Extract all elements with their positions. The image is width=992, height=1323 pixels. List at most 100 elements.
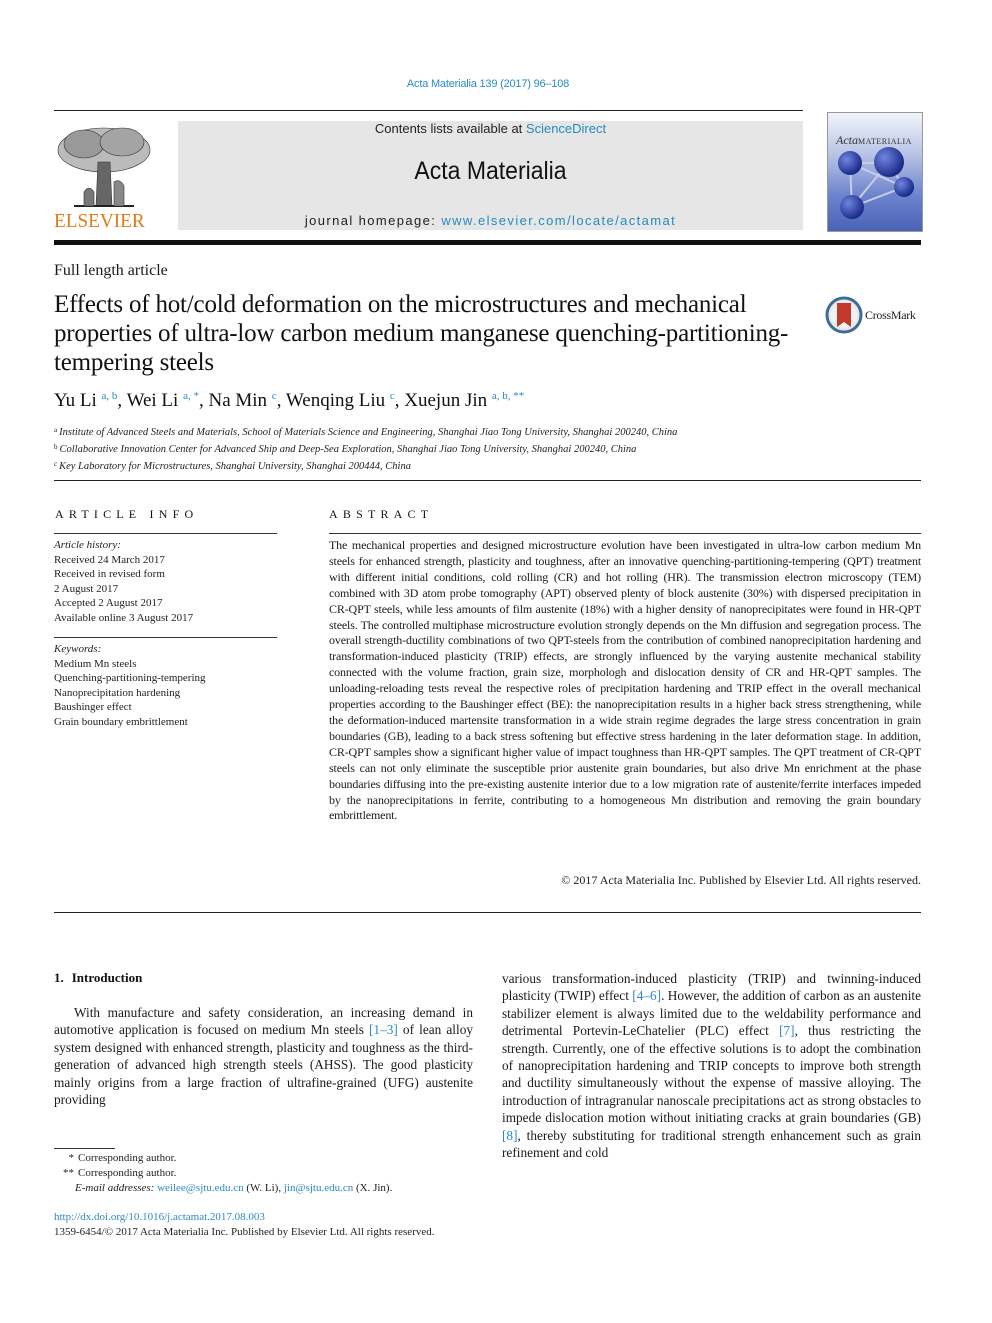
article-title: Effects of hot/cold deformation on the m… [54,291,789,376]
issn-copyright: 1359-6454/© 2017 Acta Materialia Inc. Pu… [54,1226,435,1238]
history-item: Received in revised form [54,568,165,580]
footnote-corresponding-1: * Corresponding author. [54,1151,392,1166]
crossmark-icon [825,296,863,334]
section-divider [54,480,921,481]
section-heading: 1. Introduction [54,970,142,986]
article-history: Article history: Received 24 March 2017 … [54,538,193,625]
author-name: Wenqing Liu [285,390,386,411]
citation-ref-link[interactable]: [7] [779,1023,795,1038]
footnote-text: Corresponding author. [78,1152,177,1164]
affiliations: a Institute of Advanced Steels and Materi… [54,423,677,474]
footnote-mark: * [68,1152,75,1164]
abstract-text: The mechanical properties and designed m… [329,538,921,823]
affiliation-text: Collaborative Innovation Center for Adva… [59,444,637,455]
crossmark-label: CrossMark [865,308,916,322]
affiliation: b Collaborative Innovation Center for Adv… [54,440,677,457]
affiliation-key: c [54,460,58,468]
email-link-xuejun-jin[interactable]: jin@sjtu.edu.cn [284,1182,353,1194]
author-list: Yu Li a, b, Wei Li a, *, Na Min c, Wenqi… [54,390,525,411]
journal-title: Acta Materialia [414,157,567,185]
email-owner: (W. Li), [243,1182,284,1194]
affiliation-text: Key Laboratory for Microstructures, Shan… [59,461,411,472]
author-affil-marker[interactable]: c [272,390,277,402]
author[interactable]: Xuejun Jin a, b, ** [404,390,524,411]
cover-sphere [840,195,864,219]
history-item: 2 August 2017 [54,582,119,595]
author[interactable]: Na Min c [208,390,276,411]
header-divider [54,110,803,111]
body-column-right: various transformation-induced plasticit… [502,970,921,1161]
citation-ref-link[interactable]: [4–6] [632,988,661,1003]
author-name: Yu Li [54,390,97,411]
cover-sphere [838,151,862,175]
journal-citation-link[interactable]: Acta Materialia 139 (2017) 96–108 [0,78,976,90]
sciencedirect-link[interactable]: ScienceDirect [526,121,606,136]
keywords-label: Keywords: [54,643,102,655]
keyword: Quenching-partitioning-tempering [54,672,206,684]
email-addresses: E-mail addresses: weilee@sjtu.edu.cn (W.… [54,1181,392,1196]
author-name: Xuejun Jin [404,390,488,411]
author-affil-marker[interactable]: a, b [102,390,118,402]
contents-line: Contents lists available at ScienceDirec… [178,121,803,136]
history-item: Received 24 March 2017 [54,553,165,566]
author[interactable]: Yu Li a, b [54,390,117,411]
abstract-copyright: © 2017 Acta Materialia Inc. Published by… [561,873,921,887]
article-info-heading: ARTICLE INFO [55,507,199,521]
section-title: Introduction [71,970,143,985]
body-column-left: With manufacture and safety consideratio… [54,1004,473,1108]
keyword: Grain boundary embrittlement [54,715,188,728]
author-affil-marker[interactable]: a, b, ** [492,390,524,402]
history-label: Article history: [54,539,121,551]
citation-ref-link[interactable]: [8] [502,1128,518,1143]
doi-link[interactable]: http://dx.doi.org/10.1016/j.actamat.2017… [54,1211,265,1223]
article-type: Full length article [54,262,168,279]
elsevier-wordmark: ELSEVIER [54,210,145,232]
keywords-divider [54,637,277,638]
email-label: E-mail addresses: [75,1182,155,1194]
affiliation-text: Institute of Advanced Steels and Materia… [59,427,678,438]
author[interactable]: Wei Li a, * [127,390,199,411]
history-item: Accepted 2 August 2017 [54,597,163,609]
journal-homepage-link[interactable]: www.elsevier.com/locate/actamat [441,213,676,228]
journal-cover-image[interactable]: ActaMATERIALIA [827,112,923,232]
author-affil-marker[interactable]: a, * [183,390,199,402]
elsevier-tree-icon [57,127,151,207]
email-owner: (X. Jin). [353,1182,393,1194]
email-link-wei-li[interactable]: weilee@sjtu.edu.cn [157,1182,244,1194]
journal-banner: Contents lists available at ScienceDirec… [178,121,803,230]
history-item: Available online 3 August 2017 [54,611,194,624]
homepage-prefix: journal homepage: [304,213,442,228]
footnote-divider [54,1148,115,1149]
abstract-heading: ABSTRACT [329,507,434,521]
cover-sphere [874,147,904,177]
elsevier-logo[interactable]: ELSEVIER [54,118,154,236]
keyword: Baushinger effect [54,701,132,713]
keyword: Medium Mn steels [54,657,137,670]
affiliation: c Key Laboratory for Microstructures, Sha… [54,457,677,474]
keywords: Keywords: Medium Mn steels Quenching-par… [54,642,206,729]
footnote-mark: ** [63,1167,74,1179]
header-thick-divider [54,240,921,245]
abstract-divider [329,533,921,534]
affiliation-key: a [54,426,58,434]
crossmark-button[interactable]: CrossMark [825,296,925,336]
cover-sphere [894,177,914,197]
footnotes: * Corresponding author. ** Corresponding a… [54,1151,392,1196]
body-text: , thereby substituting for traditional s… [502,1127,921,1161]
abstract-end-divider [54,912,921,913]
author-name: Na Min [208,390,268,411]
article-info-divider [54,533,277,534]
footnote-text: Corresponding author. [78,1167,177,1179]
affiliation-key: b [54,443,58,451]
homepage-line: journal homepage: www.elsevier.com/locat… [178,213,803,228]
author[interactable]: Wenqing Liu c [286,390,395,411]
author-affil-marker[interactable]: c [390,390,395,402]
section-number: 1. [54,970,64,985]
affiliation: a Institute of Advanced Steels and Materi… [54,423,677,440]
citation-ref-link[interactable]: [1–3] [369,1022,398,1037]
contents-prefix: Contents lists available at [374,121,526,136]
body-text: , thus restricting the strength. Current… [502,1023,921,1126]
keyword: Nanoprecipitation hardening [54,686,181,699]
author-name: Wei Li [126,390,179,411]
footnote-corresponding-2: ** Corresponding author. [54,1166,392,1181]
